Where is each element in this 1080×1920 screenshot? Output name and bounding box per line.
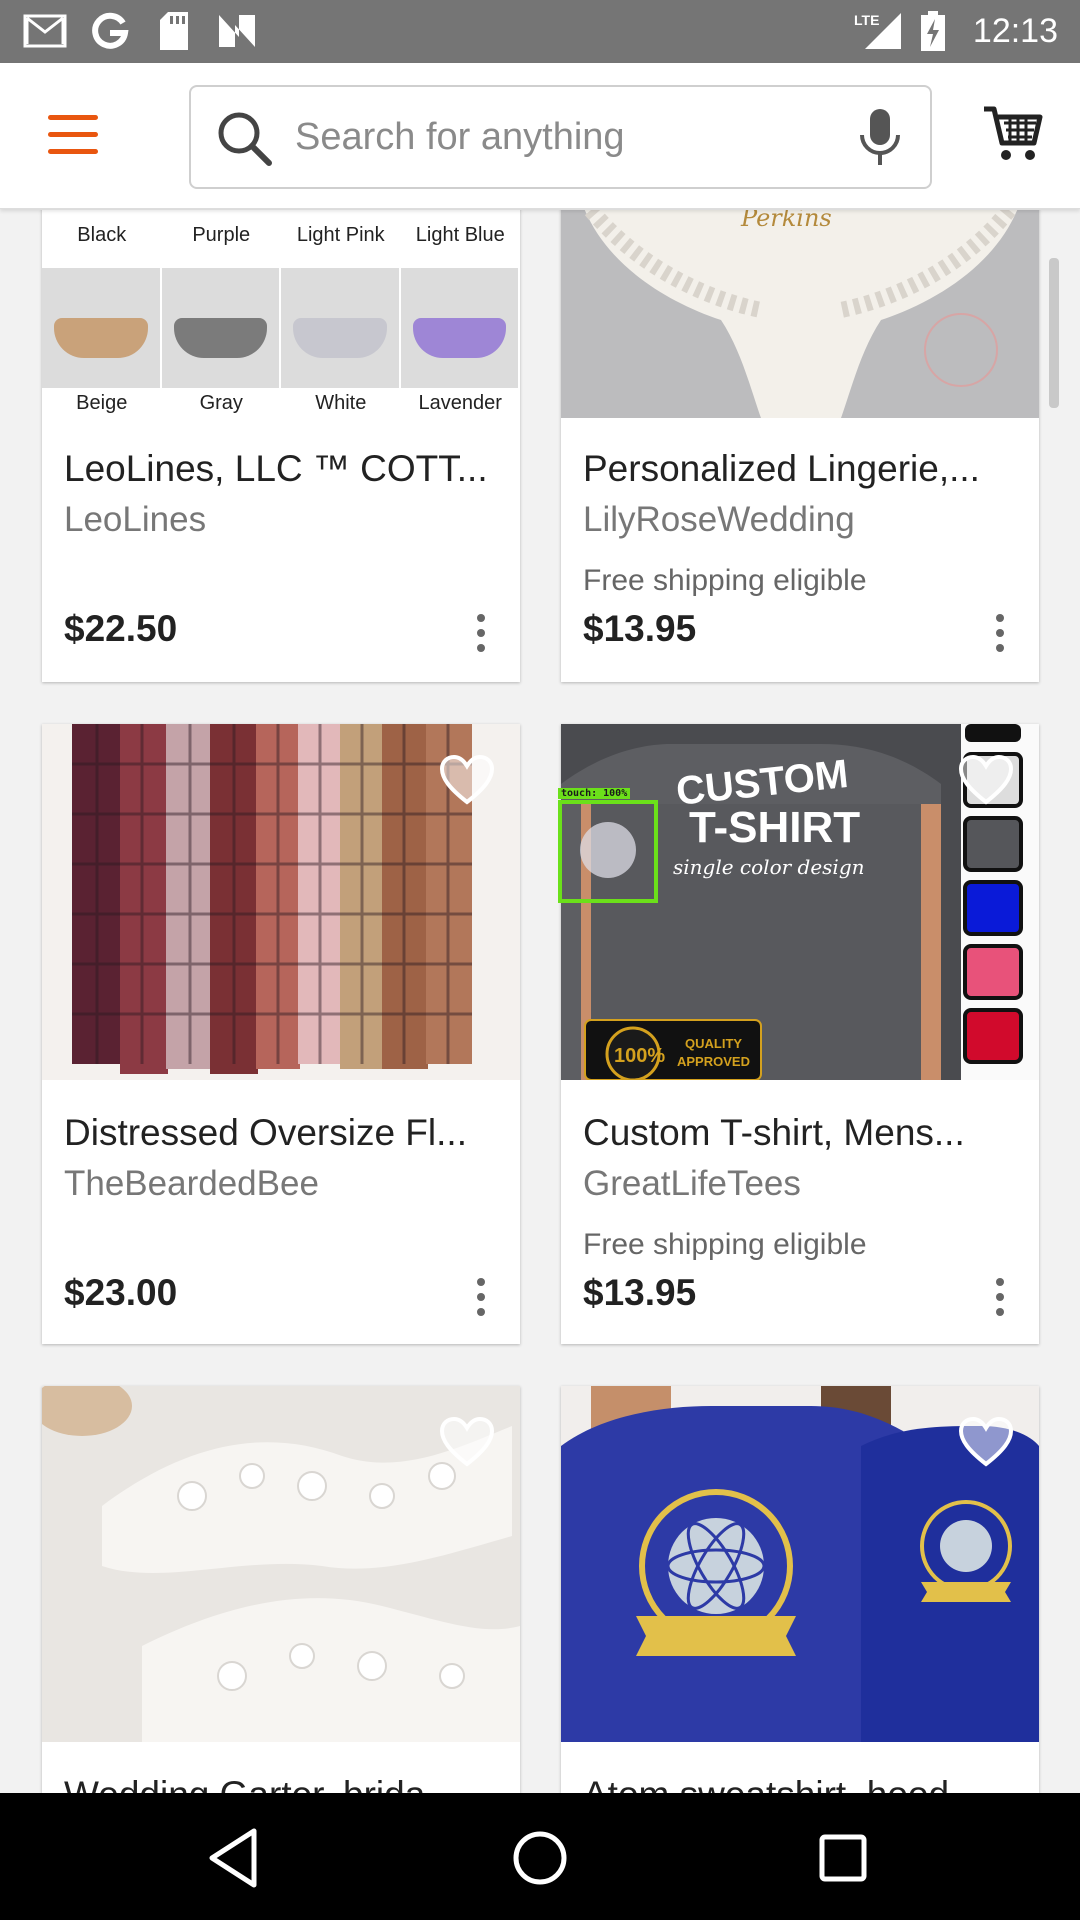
shop-name[interactable]: LeoLines bbox=[64, 500, 206, 540]
listing-price: $13.95 bbox=[583, 1272, 697, 1313]
touch-indicator-label: touch: 100% bbox=[558, 788, 631, 799]
search-bar[interactable] bbox=[189, 85, 932, 189]
image-text: single color design bbox=[673, 855, 865, 879]
favorite-heart-icon[interactable] bbox=[439, 1416, 495, 1468]
image-text: QUALITY bbox=[685, 1036, 742, 1051]
favorite-heart-icon[interactable] bbox=[958, 754, 1014, 806]
network-type-label: LTE bbox=[854, 12, 879, 28]
listing-title[interactable]: Distressed Oversize Fl... bbox=[64, 1112, 504, 1154]
signal-icon: LTE bbox=[852, 12, 904, 50]
more-options-icon[interactable] bbox=[466, 1272, 496, 1322]
listing-title[interactable]: Personalized Lingerie,... bbox=[583, 448, 1023, 490]
more-options-icon[interactable] bbox=[985, 1272, 1015, 1322]
more-options-icon[interactable] bbox=[466, 608, 496, 658]
color-label: Light Pink bbox=[296, 224, 385, 246]
listing-title[interactable]: LeoLines, LLC ™ COTT... bbox=[64, 448, 504, 490]
shipping-note: Free shipping eligible bbox=[583, 1228, 867, 1261]
battery-charging-icon bbox=[918, 11, 948, 51]
listing-title[interactable]: Wedding Garter, brida... bbox=[64, 1774, 504, 1793]
color-labels-bottom: Beige Gray White Lavender bbox=[42, 388, 520, 418]
listing-image: Black Purple Light Pink Light Blue Beige… bbox=[42, 210, 520, 418]
color-label: Beige bbox=[76, 392, 128, 414]
listing-card[interactable]: Black Purple Light Pink Light Blue Beige… bbox=[42, 210, 520, 682]
more-options-icon[interactable] bbox=[985, 608, 1015, 658]
favorite-heart-icon[interactable] bbox=[439, 754, 495, 806]
shopping-cart-icon[interactable] bbox=[982, 103, 1044, 165]
scrollbar[interactable] bbox=[1049, 258, 1059, 408]
image-text: T-SHIRT bbox=[689, 803, 860, 852]
color-label: Purple bbox=[192, 224, 251, 246]
image-text: 100% bbox=[614, 1045, 665, 1067]
color-label: White bbox=[315, 392, 367, 414]
shop-name[interactable]: TheBeardedBee bbox=[64, 1164, 319, 1204]
listing-card[interactable]: Perkins Personalized Lingerie,... LilyRo… bbox=[561, 210, 1039, 682]
listing-card[interactable]: Atom sweatshirt, hood... bbox=[561, 1386, 1039, 1793]
n-icon bbox=[216, 12, 258, 50]
hamburger-menu-icon[interactable] bbox=[48, 115, 98, 155]
status-bar: LTE 12:13 bbox=[0, 0, 1080, 63]
color-label: Light Blue bbox=[415, 224, 505, 246]
listing-image: Perkins bbox=[561, 210, 1039, 418]
listing-price: $22.50 bbox=[64, 608, 178, 649]
listing-title[interactable]: Custom T-shirt, Mens... bbox=[583, 1112, 1023, 1154]
shop-name[interactable]: LilyRoseWedding bbox=[583, 500, 855, 540]
back-triangle-icon[interactable] bbox=[200, 1823, 270, 1893]
listing-price: $13.95 bbox=[583, 608, 697, 649]
listing-title[interactable]: Atom sweatshirt, hood... bbox=[583, 1774, 1023, 1793]
search-input[interactable] bbox=[295, 87, 835, 187]
listing-card[interactable]: Wedding Garter, brida... bbox=[42, 1386, 520, 1793]
color-labels-top: Black Purple Light Pink Light Blue bbox=[42, 210, 520, 268]
navigation-bar bbox=[0, 1793, 1080, 1920]
search-icon bbox=[218, 112, 272, 166]
swatch-row bbox=[42, 268, 520, 388]
app-bar bbox=[0, 63, 1080, 209]
google-icon bbox=[88, 12, 132, 50]
listing-grid: Black Purple Light Pink Light Blue Beige… bbox=[0, 210, 1080, 1793]
microphone-icon[interactable] bbox=[858, 109, 902, 167]
gmail-icon bbox=[22, 12, 68, 50]
color-label: Black bbox=[77, 224, 127, 246]
image-text: APPROVED bbox=[677, 1054, 750, 1069]
color-label: Gray bbox=[199, 392, 243, 414]
listing-price: $23.00 bbox=[64, 1272, 178, 1313]
listing-card[interactable]: Distressed Oversize Fl... TheBeardedBee … bbox=[42, 724, 520, 1344]
sd-card-icon bbox=[156, 12, 192, 50]
clock: 12:13 bbox=[972, 12, 1058, 50]
recents-square-icon[interactable] bbox=[808, 1823, 878, 1893]
shop-name[interactable]: GreatLifeTees bbox=[583, 1164, 801, 1204]
favorite-heart-icon[interactable] bbox=[958, 1416, 1014, 1468]
color-label: Lavender bbox=[418, 392, 502, 414]
home-circle-icon[interactable] bbox=[505, 1823, 575, 1893]
image-text: Perkins bbox=[740, 210, 832, 232]
touch-point bbox=[580, 822, 636, 878]
shipping-note: Free shipping eligible bbox=[583, 564, 867, 597]
